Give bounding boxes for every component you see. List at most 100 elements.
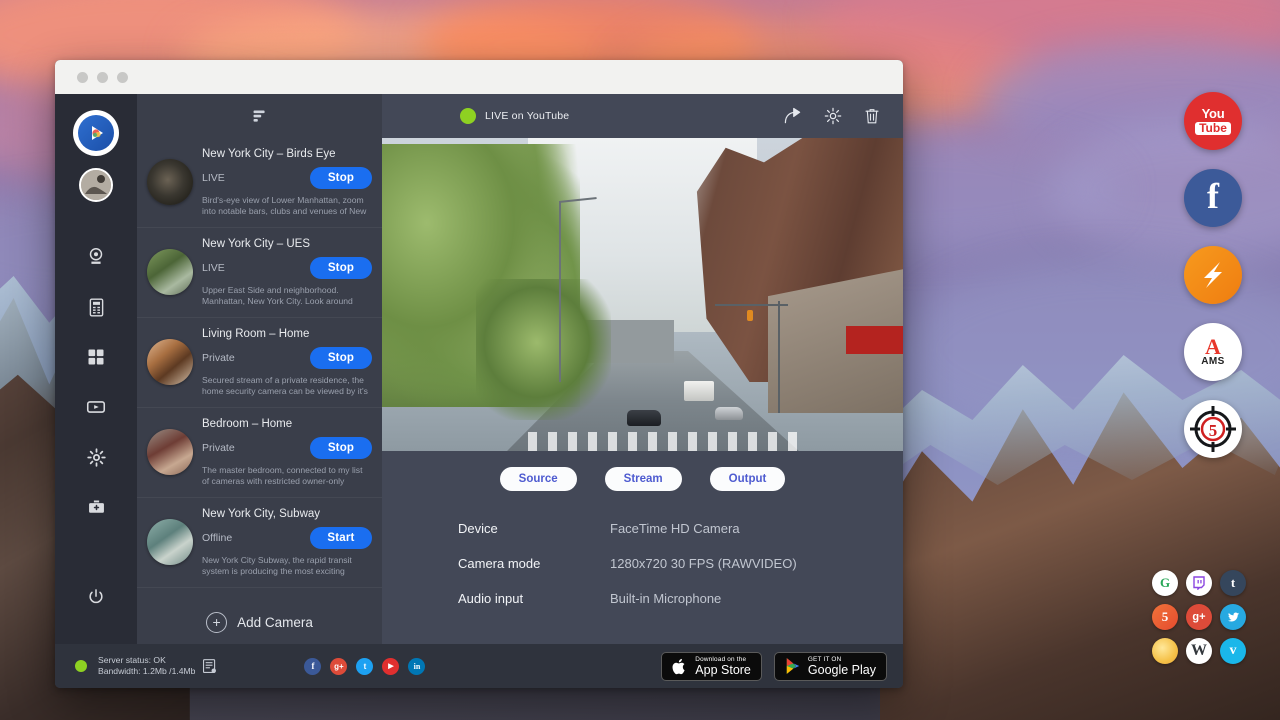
facebook-glyph: f bbox=[311, 661, 314, 671]
dock-icon-adobe-ams[interactable]: A AMS bbox=[1184, 323, 1242, 381]
app-store-badge[interactable]: Download on the App Store bbox=[661, 652, 762, 681]
crosshair-five-icon: 5 bbox=[1188, 404, 1238, 454]
vimeo-glyph: v bbox=[1230, 643, 1237, 659]
camera-action-button[interactable]: Stop bbox=[310, 257, 372, 279]
sidebar-item-broadcast[interactable] bbox=[75, 386, 117, 428]
sort-list-icon[interactable] bbox=[251, 108, 268, 125]
toolbar-actions bbox=[782, 106, 881, 126]
detail-value[interactable]: 1280x720 30 FPS (RAWVIDEO) bbox=[610, 556, 797, 571]
share-button[interactable] bbox=[782, 106, 803, 126]
footer-icon-facebook[interactable]: f bbox=[304, 658, 321, 675]
footer-social-links: f g+ t ▶ in bbox=[304, 658, 425, 675]
store-badges: Download on the App Store GET IT ON G bbox=[661, 652, 887, 681]
camera-status-row: LIVE Stop bbox=[202, 167, 372, 189]
list-item[interactable]: Living Room – Home Private Stop Secured … bbox=[137, 318, 382, 408]
camera-action-button[interactable]: Stop bbox=[310, 347, 372, 369]
sidebar-item-app-logo[interactable] bbox=[75, 112, 117, 154]
app-body: New York City – Birds Eye LIVE Stop Bird… bbox=[55, 94, 903, 644]
video-signal-post bbox=[778, 301, 780, 414]
camera-info: Living Room – Home Private Stop Secured … bbox=[202, 327, 372, 397]
camera-list-toolbar bbox=[137, 94, 382, 138]
tab-stream[interactable]: Stream bbox=[605, 467, 682, 491]
play-triangle-icon bbox=[85, 122, 107, 144]
dock-icon-vimeo[interactable]: v bbox=[1220, 638, 1246, 664]
dock-icon-groupon[interactable]: G bbox=[1152, 570, 1178, 596]
camera-description: Bird's-eye view of Lower Manhattan, zoom… bbox=[202, 195, 372, 217]
footer-icon-twitter[interactable]: t bbox=[356, 658, 373, 675]
app-store-main: App Store bbox=[695, 664, 751, 677]
window-titlebar bbox=[55, 60, 903, 94]
table-row: Audio input Built-in Microphone bbox=[458, 591, 903, 606]
detail-value[interactable]: FaceTime HD Camera bbox=[610, 521, 740, 536]
dock-icon-google-plus[interactable]: g+ bbox=[1186, 604, 1212, 630]
list-item[interactable]: Bedroom – Home Private Stop The master b… bbox=[137, 408, 382, 498]
table-row: Device FaceTime HD Camera bbox=[458, 521, 903, 536]
dock-small-row: W v bbox=[1152, 638, 1260, 664]
main-toolbar: LIVE on YouTube bbox=[382, 94, 903, 138]
avatar-icon bbox=[81, 170, 111, 200]
dock-icon-youtube[interactable]: You Tube bbox=[1184, 92, 1242, 150]
dock-icon-sun-app[interactable] bbox=[1152, 638, 1178, 664]
dock-icon-facebook[interactable]: f bbox=[1184, 169, 1242, 227]
live-status-label: LIVE on YouTube bbox=[485, 110, 569, 122]
adobe-caption: AMS bbox=[1201, 356, 1224, 367]
status-badge: Private bbox=[202, 442, 235, 454]
desktop: You Tube f A AMS 5 bbox=[0, 0, 1280, 720]
sidebar-item-user-avatar[interactable] bbox=[79, 168, 113, 202]
sidebar-nav-rail bbox=[55, 94, 137, 644]
footer-icon-linkedin[interactable]: in bbox=[408, 658, 425, 675]
list-item[interactable]: New York City – UES LIVE Stop Upper East… bbox=[137, 228, 382, 318]
footer-icon-google-plus[interactable]: g+ bbox=[330, 658, 347, 675]
delete-button[interactable] bbox=[863, 106, 881, 126]
adobe-a-glyph: A bbox=[1205, 337, 1221, 357]
camera-description: Secured stream of a private residence, t… bbox=[202, 375, 372, 397]
add-camera-button[interactable]: + Add Camera bbox=[137, 588, 382, 633]
app-window: New York City – Birds Eye LIVE Stop Bird… bbox=[55, 60, 903, 688]
desktop-dock-large: You Tube f A AMS 5 bbox=[1184, 92, 1242, 477]
sidebar-item-power[interactable] bbox=[75, 576, 117, 618]
dock-icon-twitch[interactable] bbox=[1186, 570, 1212, 596]
detail-value[interactable]: Built-in Microphone bbox=[610, 591, 721, 606]
video-preview[interactable] bbox=[382, 138, 903, 451]
camera-title: New York City – UES bbox=[202, 237, 372, 251]
camera-list-panel: New York City – Birds Eye LIVE Stop Bird… bbox=[137, 94, 382, 644]
sidebar-item-cameras[interactable] bbox=[75, 236, 117, 278]
tab-source[interactable]: Source bbox=[500, 467, 577, 491]
live-status-badge: LIVE on YouTube bbox=[460, 108, 569, 124]
camera-action-button[interactable]: Stop bbox=[310, 437, 372, 459]
video-red-awning bbox=[846, 326, 903, 354]
settings-button[interactable] bbox=[823, 106, 843, 126]
list-item[interactable]: New York City, Subway Offline Start New … bbox=[137, 498, 382, 588]
sidebar-item-toolkit[interactable] bbox=[75, 486, 117, 528]
camera-description: Upper East Side and neighborhood. Manhat… bbox=[202, 285, 372, 307]
linkedin-glyph: in bbox=[414, 662, 421, 671]
footer-icon-youtube[interactable]: ▶ bbox=[382, 658, 399, 675]
camera-action-button[interactable]: Start bbox=[310, 527, 372, 549]
video-lamp-post bbox=[559, 201, 561, 383]
dock-icon-tumblr[interactable]: t bbox=[1220, 570, 1246, 596]
dock-icon-twitter[interactable] bbox=[1220, 604, 1246, 630]
document-info-button[interactable] bbox=[201, 658, 218, 675]
dock-icon-channel-five[interactable]: 5 bbox=[1184, 400, 1242, 458]
dock-icon-wordpress[interactable]: W bbox=[1186, 638, 1212, 664]
sidebar-item-dashboard[interactable] bbox=[75, 336, 117, 378]
screen-icon bbox=[85, 396, 107, 418]
sidebar-item-settings[interactable] bbox=[75, 436, 117, 478]
window-maximize-button[interactable] bbox=[117, 72, 128, 83]
google-play-badge[interactable]: GET IT ON Google Play bbox=[774, 652, 887, 681]
camera-status-row: Private Stop bbox=[202, 347, 372, 369]
grid-icon bbox=[86, 347, 106, 367]
server-status-dot-icon bbox=[75, 660, 87, 672]
camera-info: New York City – Birds Eye LIVE Stop Bird… bbox=[202, 147, 372, 217]
dock-icon-channel-five-small[interactable]: 5 bbox=[1152, 604, 1178, 630]
status-badge: LIVE bbox=[202, 172, 225, 184]
window-close-button[interactable] bbox=[77, 72, 88, 83]
window-minimize-button[interactable] bbox=[97, 72, 108, 83]
camera-action-button[interactable]: Stop bbox=[310, 167, 372, 189]
list-item[interactable]: New York City – Birds Eye LIVE Stop Bird… bbox=[137, 138, 382, 228]
sidebar-item-reports[interactable] bbox=[75, 286, 117, 328]
tab-output[interactable]: Output bbox=[710, 467, 786, 491]
dock-icon-bolt-app[interactable] bbox=[1184, 246, 1242, 304]
app-store-text: Download on the App Store bbox=[695, 656, 751, 677]
wordpress-glyph: W bbox=[1191, 642, 1207, 660]
